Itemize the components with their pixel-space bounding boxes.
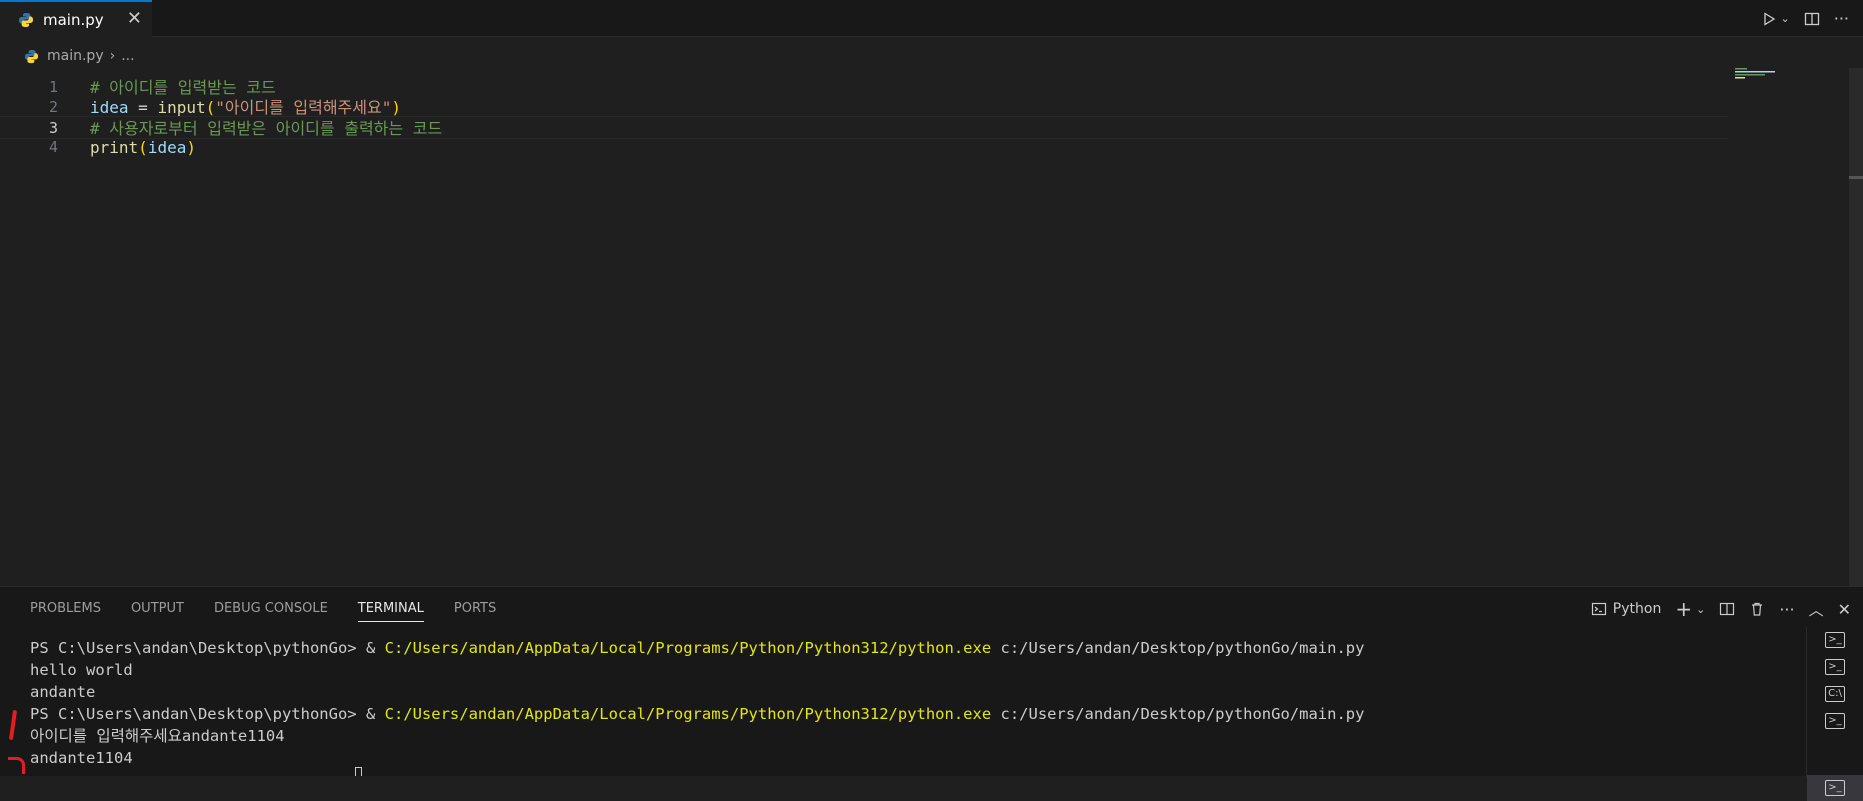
code-token: input xyxy=(157,98,206,117)
python-file-icon xyxy=(24,49,39,63)
terminal-line: 아이디를 입력해주세요andante1104 xyxy=(30,725,1364,747)
terminal-instance-icon[interactable]: >_ xyxy=(1825,659,1845,675)
terminal-text: 아이디를 입력해주세요andante1104 xyxy=(30,727,285,745)
split-editor-icon[interactable] xyxy=(1804,11,1820,27)
code-token: ( xyxy=(138,138,148,157)
terminal-line: andante1104 xyxy=(30,747,1364,769)
tab-terminal[interactable]: TERMINAL xyxy=(357,601,424,622)
terminal-text: hello world xyxy=(30,661,133,679)
code-token: idea xyxy=(90,98,129,117)
terminal-text: C:/Users/andan/AppData/Local/Programs/Py… xyxy=(384,705,992,723)
run-dropdown-chevron-icon[interactable]: ⌄ xyxy=(1781,12,1790,25)
tab-debug-console[interactable]: DEBUG CONSOLE xyxy=(214,601,328,622)
scrollbar-thumb[interactable] xyxy=(1849,176,1863,179)
maximize-panel-chevron-up-icon[interactable]: ︿ xyxy=(1809,599,1824,620)
editor-tab-bar: main.py ✕ ⌄ ··· xyxy=(0,0,1863,37)
terminal-line: hello world xyxy=(30,659,1364,681)
terminal-cursor xyxy=(355,767,362,776)
more-actions-icon[interactable]: ··· xyxy=(1834,9,1849,28)
tab-output[interactable]: OUTPUT xyxy=(131,601,184,622)
panel-tabs: PROBLEMS OUTPUT DEBUG CONSOLE TERMINAL P… xyxy=(30,601,496,622)
code-token: print xyxy=(90,138,139,157)
editor-scrollbar[interactable] xyxy=(1849,68,1863,586)
cmd-terminal-icon[interactable]: C:\ xyxy=(1825,686,1845,702)
code-text: print(idea) xyxy=(90,136,196,159)
split-terminal-icon[interactable] xyxy=(1719,601,1735,617)
terminal-line: PS C:\Users\andan\Desktop\pythonGo> & C:… xyxy=(30,637,1364,659)
terminal-shell-selector[interactable]: Python xyxy=(1591,601,1662,617)
terminal-text: andante xyxy=(30,683,96,701)
code-token: ) xyxy=(186,138,196,157)
more-panel-actions-icon[interactable]: ··· xyxy=(1779,600,1794,619)
breadcrumb: main.py › ... xyxy=(24,46,135,66)
code-line[interactable]: 4 print(idea) xyxy=(0,136,1728,159)
terminal-text: c:/Users/andan/Desktop/pythonGo/main.py xyxy=(991,705,1365,723)
terminal-instance-icon[interactable]: >_ xyxy=(1825,780,1845,796)
code-token: idea xyxy=(147,138,187,157)
terminal-text: andante1104 xyxy=(30,749,133,767)
code-token: # 아이디를 입력받는 코드 xyxy=(90,78,276,97)
tab-main-py[interactable]: main.py ✕ xyxy=(0,0,152,37)
terminal-text: c:/Users/andan/Desktop/pythonGo/main.py xyxy=(991,639,1365,657)
close-tab-icon[interactable]: ✕ xyxy=(127,8,142,29)
chevron-right-icon: › xyxy=(109,48,116,64)
code-token: ( xyxy=(205,98,216,117)
terminal-list: >_ >_ C:\ >_ >_ xyxy=(1806,627,1863,801)
new-terminal-plus-icon[interactable]: + xyxy=(1675,597,1692,621)
tab-problems[interactable]: PROBLEMS xyxy=(30,601,101,622)
breadcrumb-file[interactable]: main.py xyxy=(47,48,104,64)
code-token: = xyxy=(128,98,158,117)
code-token: "아이디를 입력해주세요" xyxy=(215,98,392,117)
trash-icon[interactable] xyxy=(1749,601,1765,617)
terminal-shell-label: Python xyxy=(1612,601,1662,617)
tab-label: main.py xyxy=(43,10,104,29)
terminal-line: andante xyxy=(30,681,1364,703)
tab-ports[interactable]: PORTS xyxy=(454,601,496,622)
terminal-text: PS C:\Users\andan\Desktop\pythonGo> & xyxy=(30,705,385,723)
minimap[interactable] xyxy=(1735,68,1785,88)
terminal-text: PS C:\Users\andan\Desktop\pythonGo> & xyxy=(30,639,385,657)
terminal-instance-icon[interactable]: >_ xyxy=(1825,632,1845,648)
run-icon[interactable] xyxy=(1761,11,1777,27)
new-terminal-dropdown-chevron-icon[interactable]: ⌄ xyxy=(1696,603,1705,616)
line-number: 4 xyxy=(48,138,58,156)
close-panel-icon[interactable]: ✕ xyxy=(1838,600,1851,619)
red-annotation-mark xyxy=(8,757,25,774)
terminal-output[interactable]: PS C:\Users\andan\Desktop\pythonGo> & C:… xyxy=(30,637,1364,769)
terminal-instance-icon[interactable]: >_ xyxy=(1825,713,1845,729)
terminal-text: C:/Users/andan/AppData/Local/Programs/Py… xyxy=(384,639,992,657)
editor-actions: ⌄ ··· xyxy=(1761,0,1863,37)
code-editor[interactable]: 1 # 아이디를 입력받는 코드 2 idea = input("아이디를 입력해주세… xyxy=(0,68,1728,586)
python-file-icon xyxy=(19,12,33,27)
breadcrumb-more[interactable]: ... xyxy=(121,48,134,64)
panel-actions: Python + ⌄ ··· ︿ ✕ xyxy=(1591,597,1851,621)
code-token: ) xyxy=(391,98,401,117)
terminal-line: PS C:\Users\andan\Desktop\pythonGo> & C:… xyxy=(30,703,1364,725)
bottom-panel: PROBLEMS OUTPUT DEBUG CONSOLE TERMINAL P… xyxy=(0,586,1863,801)
terminal-icon xyxy=(1591,602,1606,616)
